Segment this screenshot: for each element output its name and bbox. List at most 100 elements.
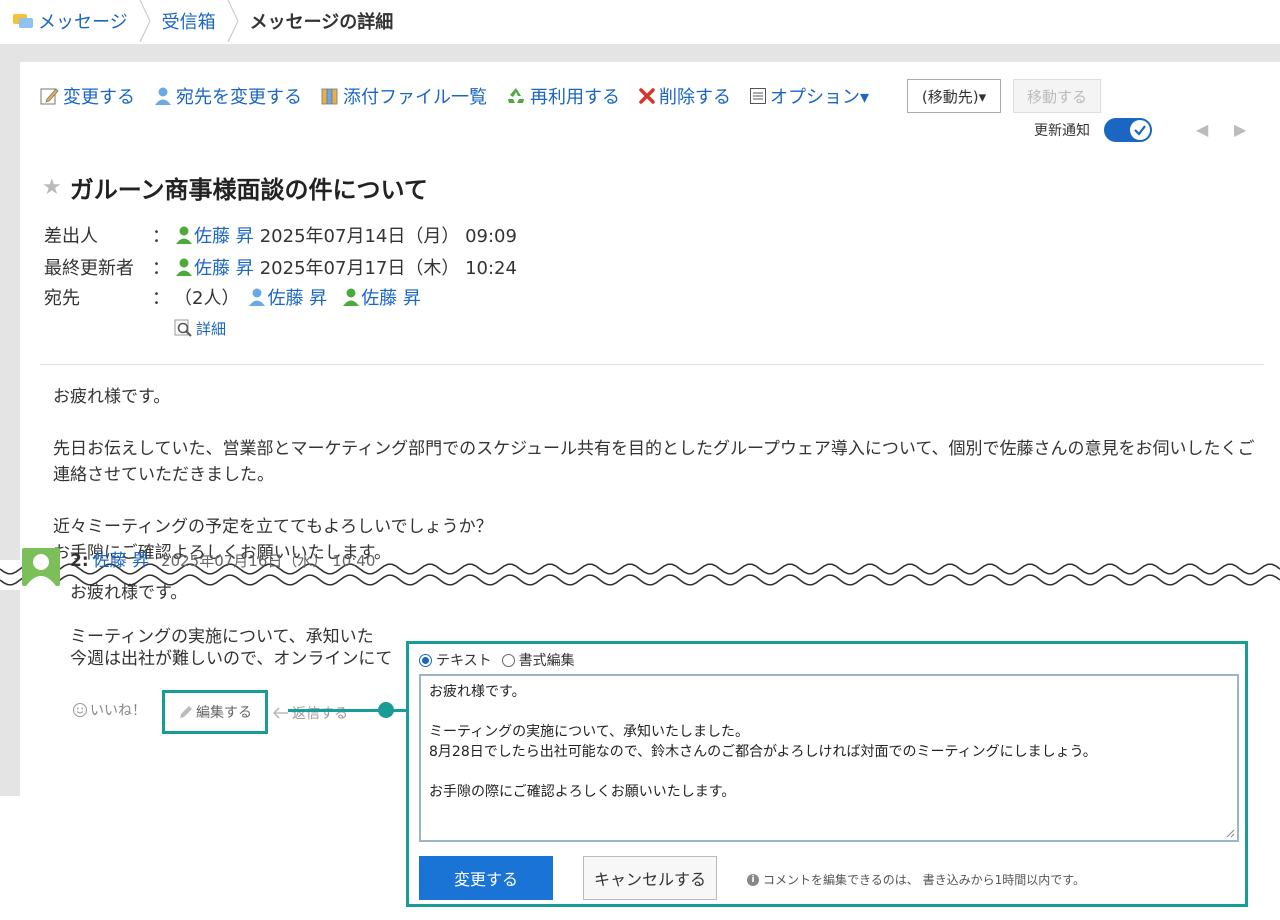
detail-link[interactable]: 詳細 [174,318,226,339]
breadcrumb-messages-label[interactable]: メッセージ [38,8,128,34]
editor-line: 8月28日でしたら出社可能なので、鈴木さんのご都合がよろしければ対面でのミーティ… [429,744,1097,760]
edit-hint: i コメントを編集できるのは、 書き込みから1時間以内です。 [747,871,1085,888]
recipients-row: 宛先 ： （2人） 佐藤 昇 佐藤 昇 [44,284,427,310]
list-icon [750,88,766,104]
comment-number: 2: [70,551,89,571]
editor-line: お手隙の際にご確認よろしくお願いいたします。 [429,784,736,800]
comment-body: お疲れ様です。 ミーティングの実施について、承知いた 今週は出社が難しいので、オ… [70,582,410,670]
callout-connector-dot [378,702,394,718]
body-paragraph: 先日お伝えしていた、営業部とマーケティング部門でのスケジュール共有を目的としたグ… [53,439,1255,485]
prev-arrow-icon[interactable]: ◀ [1196,120,1208,139]
mode-rich-label: 書式編集 [518,653,575,669]
frame-top [0,44,1280,62]
reply-label: 返信する [292,706,348,722]
user-icon [249,288,266,306]
options-menu[interactable]: オプション▾ [749,83,869,109]
edit-hint-text: コメントを編集できるのは、 書き込みから1時間以内です。 [763,873,1086,887]
edit-comment-button[interactable]: 編集する [162,690,268,734]
colon: ： [152,258,170,279]
change-recipients-button[interactable]: 宛先を変更する [153,83,302,109]
change-recipients-label: 宛先を変更する [176,87,302,108]
cancel-button[interactable]: キャンセルする [583,856,717,900]
comment-textarea[interactable]: お疲れ様です。 ミーティングの実施について、承知いたしました。 8月28日でした… [419,674,1239,842]
options-label: オプション▾ [770,87,870,108]
like-button[interactable]: いいね！ [72,700,146,720]
radio-unchecked-icon [501,653,515,667]
sender-name: 佐藤 昇 [194,226,254,247]
recycle-icon [508,88,524,103]
like-label: いいね！ [90,703,146,719]
toggle-knob [1130,120,1150,140]
next-arrow-icon[interactable]: ▶ [1234,120,1246,139]
update-notification: 更新通知 [1034,118,1152,142]
comment-actions: いいね！ [72,700,146,720]
delete-button[interactable]: 削除する [638,83,731,109]
sender-date: 2025年07月14日（月） 09:09 [259,226,517,247]
recipient-name: 佐藤 昇 [361,288,421,309]
sender-row: 差出人 ： 佐藤 昇 2025年07月14日（月） 09:09 [44,222,517,248]
message-title: ガルーン商事様面談の件について [69,176,428,204]
comment-line: ミーティングの実施について、承知いた [70,627,374,647]
editor-line: ミーティングの実施について、承知いたしました。 [429,724,750,740]
comment-author[interactable]: 佐藤 昇 [93,546,149,571]
change-button[interactable]: 変更する [40,83,135,109]
editor-mode: テキスト 書式編集 [419,650,585,670]
move-destination-select[interactable]: (移動先)▾ [907,79,1002,113]
mode-rich-radio[interactable]: 書式編集 [501,650,575,670]
recipient-link[interactable]: 佐藤 昇 [341,284,421,310]
update-notification-toggle[interactable] [1104,118,1152,142]
breadcrumb-messages[interactable]: メッセージ [12,8,128,34]
editor-line [429,762,1229,782]
comment-line: 今週は出社が難しいので、オンラインにて [70,649,393,669]
comment-header: 2: 佐藤 昇 2025年07月16日（水） 10:40 [70,546,375,571]
delete-label: 削除する [659,87,731,108]
comment-line: お疲れ様です。 [70,583,188,603]
update-notification-label: 更新通知 [1034,123,1090,139]
breadcrumb-current: メッセージの詳細 [249,12,394,33]
recipients-label: 宛先 [44,288,80,309]
check-icon [1134,125,1146,136]
mode-text-label: テキスト [436,653,492,669]
mode-text-radio[interactable]: テキスト [419,650,492,670]
attachment-list-icon [321,88,338,105]
edit-comment-label: 編集する [196,705,252,721]
magnifier-icon [174,319,192,337]
resize-handle-icon[interactable] [1225,828,1235,838]
reuse-label: 再利用する [530,87,620,108]
comment-date: 2025年07月16日（水） 10:40 [161,552,376,570]
star-icon[interactable]: ★ [42,175,62,200]
updater-link[interactable]: 佐藤 昇 [174,254,254,280]
delete-icon [639,88,655,104]
editor-line [429,702,1229,722]
divider [40,364,1264,365]
breadcrumb-separator [227,0,239,42]
toolbar: 変更する 宛先を変更する 添付ファイル一覧 再利用する 削除する オプション▾ … [40,79,1102,113]
reuse-button[interactable]: 再利用する [505,83,620,109]
radio-checked-icon [419,653,432,667]
user-icon [176,258,192,276]
detail-label: 詳細 [196,320,227,338]
change-label: 変更する [63,87,135,108]
avatar[interactable] [22,548,60,586]
recipient-link[interactable]: 佐藤 昇 [247,284,327,310]
recipient-name: 佐藤 昇 [267,288,328,309]
comment-edit-panel: テキスト 書式編集 お疲れ様です。 ミーティングの実施について、承知いたしました… [406,641,1248,907]
breadcrumb: メッセージ 受信箱 メッセージの詳細 [0,0,1280,42]
submit-change-button[interactable]: 変更する [419,856,553,900]
updater-row: 最終更新者 ： 佐藤 昇 2025年07月17日（木） 10:24 [44,254,517,280]
reply-button[interactable]: 返信する [272,703,348,723]
attachments-button[interactable]: 添付ファイル一覧 [320,83,487,109]
recipients-count: （2人） [174,288,240,309]
breadcrumb-inbox[interactable]: 受信箱 [162,8,216,34]
smile-icon [73,703,87,717]
sender-link[interactable]: 佐藤 昇 [174,222,254,248]
user-icon [176,226,192,244]
move-button[interactable]: 移動する [1013,79,1102,113]
edit-icon [40,88,59,105]
sender-label: 差出人 [44,226,98,247]
editor-line: お疲れ様です。 [429,684,526,700]
frame-left [0,44,20,796]
user-icon [343,288,360,306]
message-title-row: ★ ガルーン商事様面談の件について [42,170,428,205]
info-icon: i [747,873,759,886]
